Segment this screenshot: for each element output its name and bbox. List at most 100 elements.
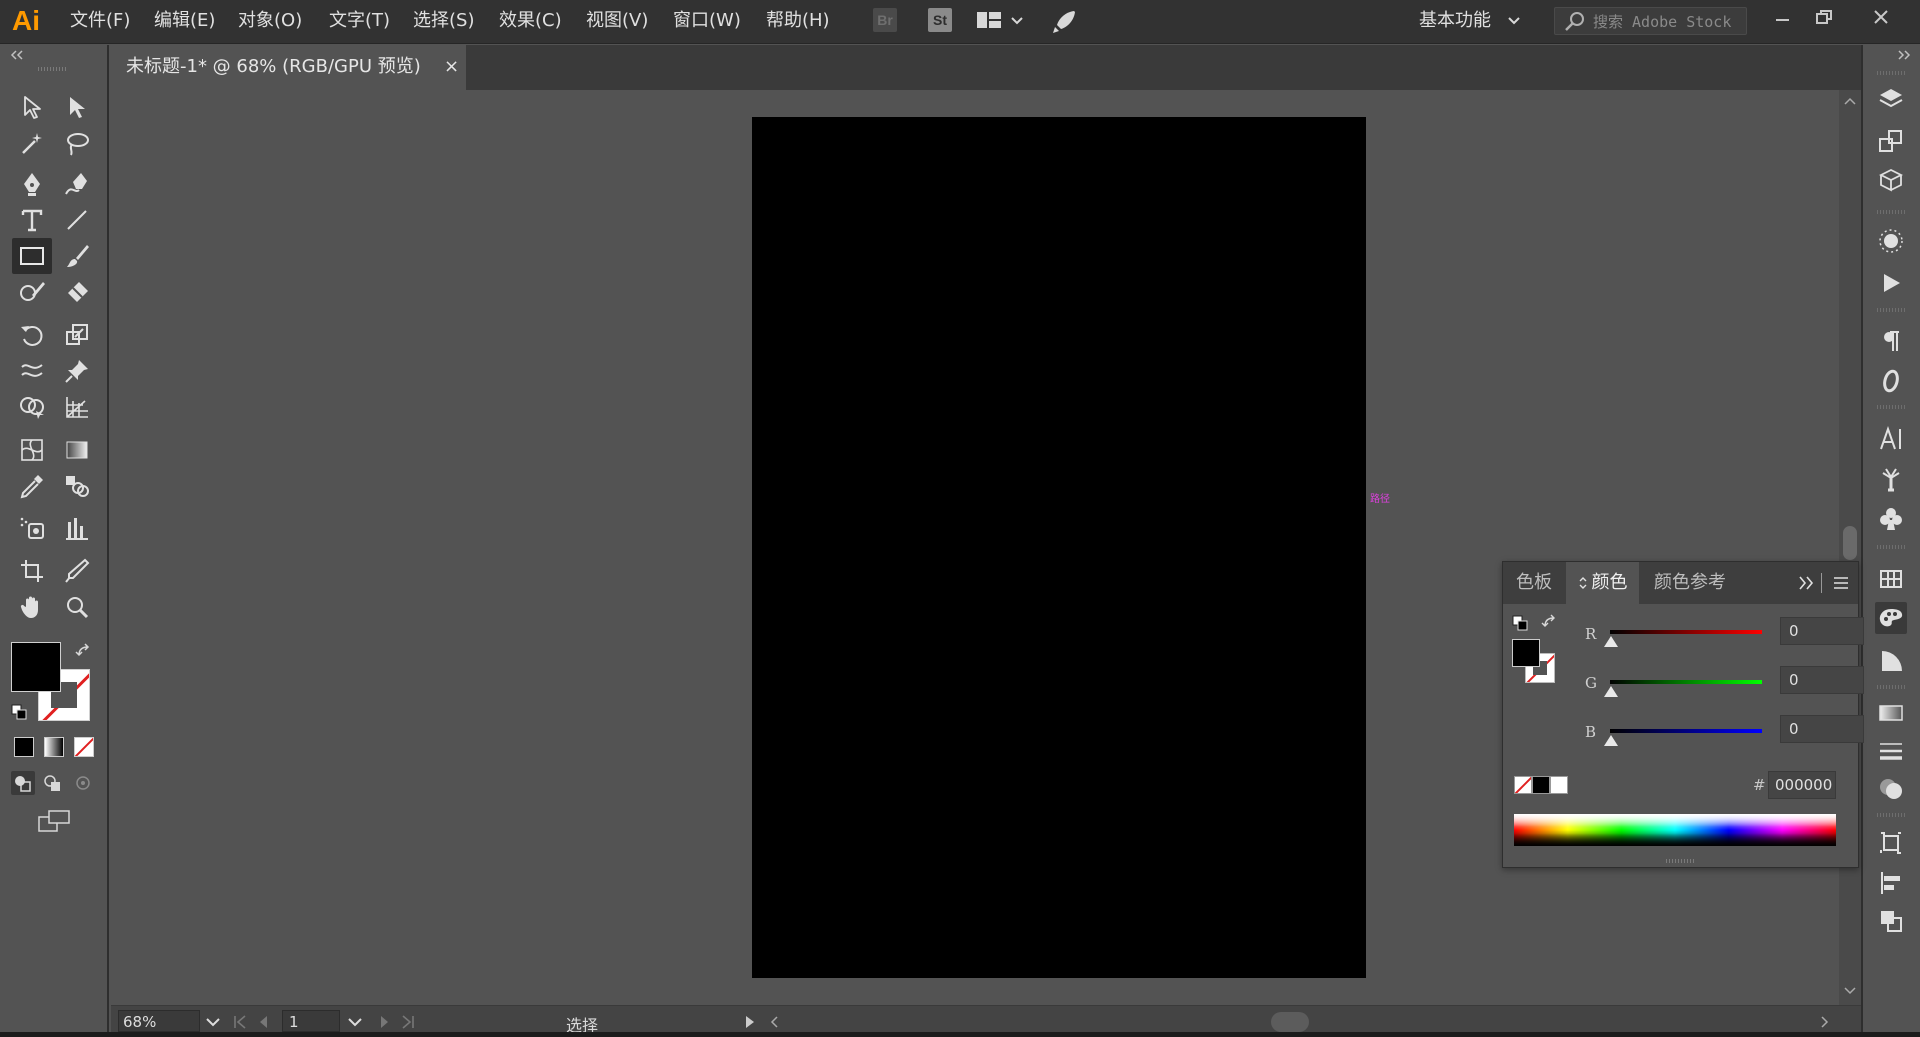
tab-color[interactable]: 颜色: [1566, 562, 1639, 604]
column-graph-tool[interactable]: [57, 510, 97, 546]
symbol-sprayer-tool[interactable]: [12, 510, 52, 546]
hand-tool[interactable]: [12, 589, 52, 625]
artboards-panel-button[interactable]: [1875, 125, 1907, 157]
appearance-panel-button[interactable]: [1875, 225, 1907, 257]
minimize-button[interactable]: [1764, 4, 1800, 32]
next-artboard-icon[interactable]: [376, 1014, 392, 1030]
none-color-chip[interactable]: [1514, 776, 1532, 794]
black-color-chip[interactable]: [1532, 776, 1550, 794]
expand-panels-icon[interactable]: [1895, 49, 1915, 61]
scale-tool[interactable]: [57, 317, 97, 353]
swap-fill-stroke-icon[interactable]: [75, 643, 93, 661]
red-value-field[interactable]: 0: [1780, 617, 1864, 645]
fill-swatch-front[interactable]: [11, 642, 61, 692]
red-slider-thumb[interactable]: [1604, 636, 1618, 647]
close-tab-button[interactable]: ×: [444, 55, 459, 79]
zoom-level-field[interactable]: 68%: [118, 1010, 200, 1032]
artboard-tool[interactable]: [12, 553, 52, 589]
menu-object[interactable]: 对象(O): [238, 8, 302, 34]
menu-view[interactable]: 视图(V): [586, 8, 648, 34]
stroke-panel-button[interactable]: [1875, 735, 1907, 767]
blue-value-field[interactable]: 0: [1780, 715, 1864, 743]
close-window-button[interactable]: [1863, 4, 1899, 32]
gradient-tool[interactable]: [57, 432, 97, 468]
eyedropper-tool[interactable]: [12, 468, 52, 504]
shape-builder-tool[interactable]: [12, 389, 52, 425]
magic-wand-tool[interactable]: [12, 125, 52, 161]
horizontal-scroll-thumb[interactable]: [1271, 1012, 1309, 1032]
scroll-right-icon[interactable]: [1818, 1014, 1832, 1030]
panel-fill-swatch[interactable]: [1512, 639, 1540, 667]
curvature-tool[interactable]: [57, 166, 97, 202]
artboard-black-rectangle[interactable]: [752, 117, 1366, 978]
status-menu-arrow-icon[interactable]: [743, 1014, 757, 1030]
draw-inside-button[interactable]: [71, 771, 95, 795]
white-color-chip[interactable]: [1550, 776, 1568, 794]
paragraph-panel-button[interactable]: [1875, 325, 1907, 357]
tab-swatches[interactable]: 色板: [1503, 562, 1565, 604]
mesh-tool[interactable]: [12, 432, 52, 468]
blue-slider-track[interactable]: [1610, 729, 1762, 733]
selection-tool[interactable]: [12, 89, 52, 125]
restore-button[interactable]: [1806, 4, 1842, 32]
direct-selection-tool[interactable]: [57, 89, 97, 125]
puppet-warp-tool[interactable]: [57, 353, 97, 389]
vertical-scroll-thumb[interactable]: [1843, 526, 1857, 560]
character-panel-button[interactable]: [1875, 423, 1907, 455]
menu-window[interactable]: 窗口(W): [673, 8, 741, 34]
color-mode-button[interactable]: [14, 737, 34, 757]
first-artboard-icon[interactable]: [232, 1014, 248, 1030]
type-tool[interactable]: [12, 202, 52, 238]
draw-normal-button[interactable]: [11, 771, 35, 795]
last-artboard-icon[interactable]: [400, 1014, 416, 1030]
green-slider-thumb[interactable]: [1604, 686, 1618, 697]
default-fill-stroke-icon[interactable]: [10, 703, 28, 721]
collapse-panel-icon[interactable]: [8, 49, 28, 61]
swap-colors-icon[interactable]: [1541, 614, 1559, 632]
stock-search[interactable]: [1554, 7, 1747, 35]
paintbrush-tool[interactable]: [57, 238, 97, 274]
transform-panel-button[interactable]: [1875, 827, 1907, 859]
scroll-down-icon[interactable]: [1839, 983, 1861, 999]
panel-grip[interactable]: [38, 67, 68, 71]
perspective-grid-tool[interactable]: [57, 389, 97, 425]
green-slider-track[interactable]: [1610, 680, 1762, 684]
search-input[interactable]: [1591, 10, 1745, 34]
artboard-number-field[interactable]: 1: [282, 1010, 340, 1032]
gradient-panel-button[interactable]: [1875, 697, 1907, 729]
align-panel-button[interactable]: [1875, 867, 1907, 899]
workspace-switcher[interactable]: 基本功能: [1419, 5, 1521, 37]
document-tab[interactable]: 未标题-1* @ 68% (RGB/GPU 预览) ×: [111, 45, 466, 90]
menu-select[interactable]: 选择(S): [413, 8, 474, 34]
panel-menu-icon[interactable]: [1831, 573, 1851, 593]
gradient-mode-button[interactable]: [44, 737, 64, 757]
tab-color-guide[interactable]: 颜色参考: [1640, 562, 1740, 604]
menu-type[interactable]: 文字(T): [329, 8, 390, 34]
color-guide-panel-button[interactable]: [1875, 645, 1907, 677]
none-mode-button[interactable]: [74, 737, 94, 757]
pen-tool[interactable]: [12, 166, 52, 202]
opentype-panel-button[interactable]: [1875, 365, 1907, 397]
red-slider-track[interactable]: [1610, 630, 1762, 634]
scroll-left-icon[interactable]: [767, 1014, 781, 1030]
menu-file[interactable]: 文件(F): [70, 8, 130, 34]
hex-value-field[interactable]: 000000: [1768, 771, 1836, 799]
layers-panel-button[interactable]: [1875, 83, 1907, 115]
green-value-field[interactable]: 0: [1780, 666, 1864, 694]
menu-help[interactable]: 帮助(H): [766, 8, 830, 34]
transparency-panel-button[interactable]: [1875, 773, 1907, 805]
draw-behind-button[interactable]: [41, 771, 65, 795]
line-segment-tool[interactable]: [57, 202, 97, 238]
menu-effect[interactable]: 效果(C): [499, 8, 562, 34]
symbols-panel-button[interactable]: [1875, 503, 1907, 535]
panel-resize-grip[interactable]: [1666, 859, 1696, 863]
zoom-tool[interactable]: [57, 589, 97, 625]
color-panel-button[interactable]: [1875, 602, 1907, 634]
scroll-up-icon[interactable]: [1839, 94, 1861, 110]
stock-button[interactable]: St: [928, 8, 952, 32]
shaper-tool[interactable]: [12, 274, 52, 310]
artboard-dropdown-chevron-icon[interactable]: [344, 1011, 366, 1033]
slice-tool[interactable]: [57, 553, 97, 589]
pathfinder-panel-button[interactable]: [1875, 905, 1907, 937]
eraser-tool[interactable]: [57, 274, 97, 310]
